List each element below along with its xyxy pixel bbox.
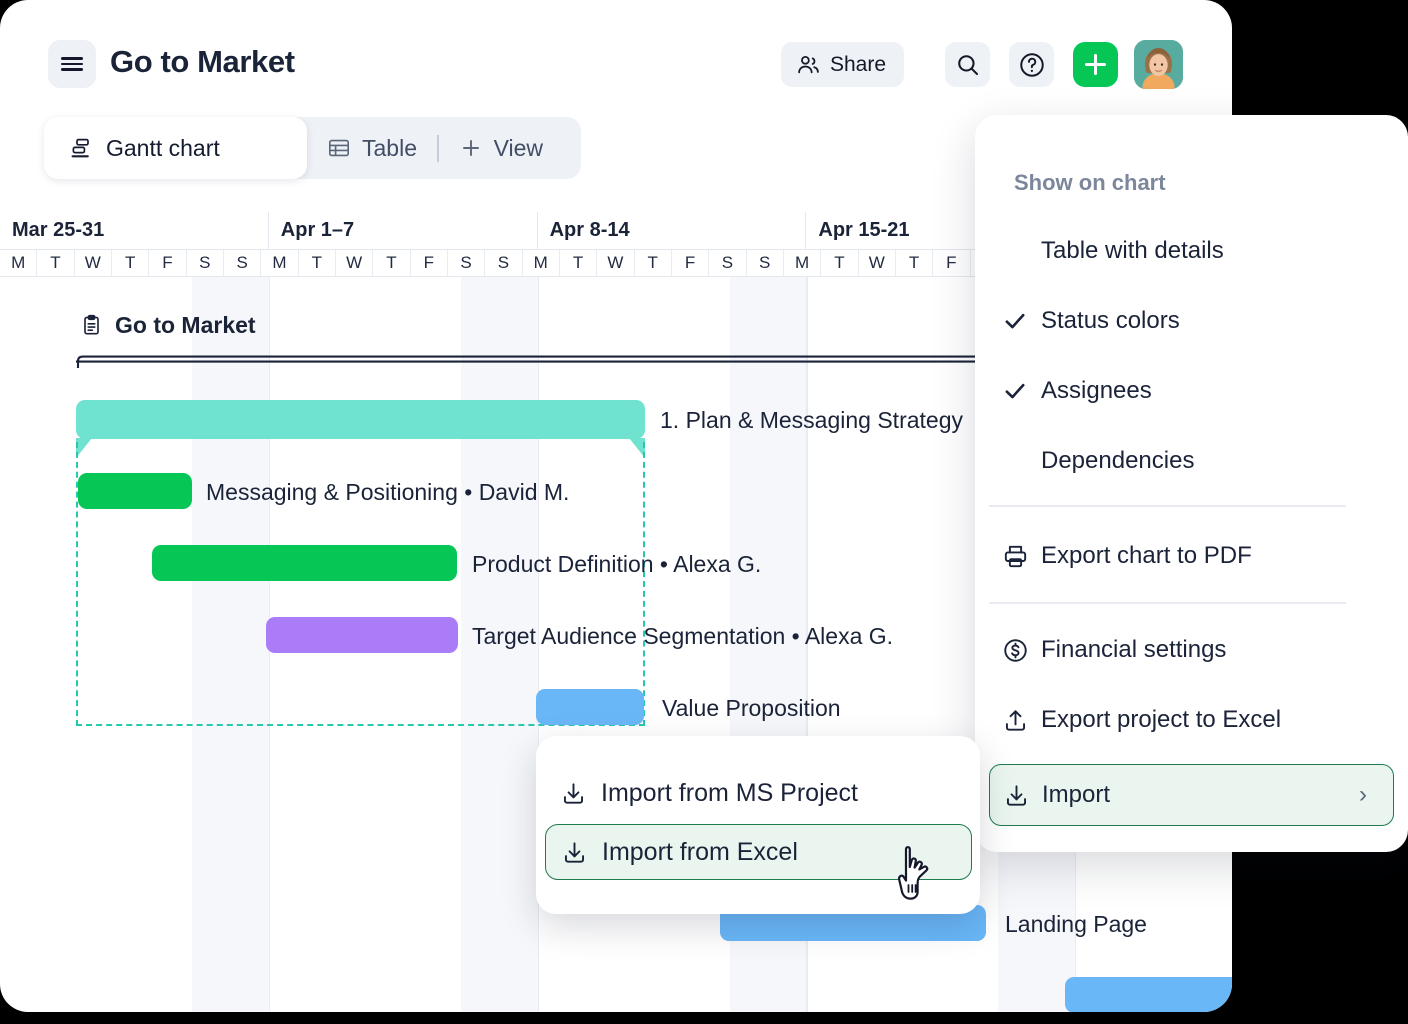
upload-icon	[989, 707, 1041, 734]
day-header-cell: T	[37, 250, 74, 277]
submenu-item-label: Import from Excel	[602, 838, 798, 867]
menu-item-label: Assignees	[1041, 377, 1152, 405]
menu-item-label: Dependencies	[1041, 447, 1194, 475]
menu-item-assignees[interactable]: Assignees	[989, 365, 1394, 417]
day-header-cell: F	[149, 250, 186, 277]
view-tabs: Gantt chart Table	[44, 117, 581, 179]
day-header-cell: W	[336, 250, 373, 277]
day-header-cell: S	[709, 250, 746, 277]
day-header-cell: T	[821, 250, 858, 277]
download-icon	[546, 839, 602, 866]
dollar-circle-icon	[989, 637, 1041, 664]
tab-table[interactable]: Table	[307, 117, 437, 179]
day-header-cell: T	[112, 250, 149, 277]
search-icon[interactable]	[945, 42, 990, 87]
day-header-cell: F	[933, 250, 970, 277]
day-header-cell: W	[859, 250, 896, 277]
menu-item-financial-settings[interactable]: Financial settings	[989, 624, 1394, 676]
day-header-cell: W	[597, 250, 634, 277]
table-icon	[327, 136, 351, 160]
menu-item-dependencies[interactable]: Dependencies	[989, 435, 1394, 487]
menu-item-label: Status colors	[1041, 307, 1180, 335]
week-header-cell: Mar 25-31	[0, 212, 269, 250]
tab-add-view[interactable]: View	[439, 117, 563, 179]
gantt-bar-unnamed-bottom[interactable]	[1065, 977, 1232, 1012]
gantt-bar-label-summary: 1. Plan & Messaging Strategy	[660, 407, 963, 434]
gantt-bar-value-proposition[interactable]	[536, 689, 644, 725]
share-people-icon	[796, 52, 821, 77]
app-header: Go to Market Share	[0, 0, 1232, 112]
check-icon	[989, 308, 1041, 334]
day-header-cell: F	[411, 250, 448, 277]
add-button[interactable]	[1073, 42, 1118, 87]
day-header-cell: S	[485, 250, 522, 277]
gantt-bar-label-product-definition: Product Definition • Alexa G.	[472, 551, 761, 578]
day-header-cell: W	[75, 250, 112, 277]
day-header-cell: S	[224, 250, 261, 277]
week-header-cell: Apr 1–7	[269, 212, 538, 250]
menu-item-label: Export project to Excel	[1041, 706, 1281, 734]
menu-item-export-chart-to-pdf[interactable]: Export chart to PDF	[989, 530, 1394, 582]
day-header-cell: T	[896, 250, 933, 277]
screenshot-root: Go to Market Share	[0, 0, 1408, 1024]
day-header-cell: T	[560, 250, 597, 277]
plus-icon	[459, 136, 483, 160]
day-header-cell: S	[747, 250, 784, 277]
printer-icon	[989, 543, 1041, 570]
menu-item-table-with-details[interactable]: Table with details	[989, 225, 1394, 277]
menu-divider	[989, 505, 1346, 507]
menu-item-status-colors[interactable]: Status colors	[989, 295, 1394, 347]
download-icon	[990, 782, 1042, 809]
day-header-cell: T	[635, 250, 672, 277]
week-header-cell: Apr 8-14	[538, 212, 807, 250]
menu-divider	[989, 602, 1346, 604]
chart-options-menu: Show on chart Table with details Status …	[975, 115, 1408, 852]
hamburger-icon[interactable]	[48, 40, 96, 88]
menu-section-title: Show on chart	[1014, 170, 1166, 196]
gantt-bar-label-landing-page: Landing Page	[1005, 911, 1147, 938]
day-header-cell: S	[448, 250, 485, 277]
menu-item-label: Export chart to PDF	[1041, 542, 1252, 570]
day-header-cell: M	[261, 250, 298, 277]
avatar[interactable]	[1134, 40, 1183, 89]
tab-gantt-chart[interactable]: Gantt chart	[44, 117, 307, 179]
tab-table-label: Table	[362, 135, 417, 162]
share-label: Share	[830, 53, 886, 77]
day-header-cell: F	[672, 250, 709, 277]
clipboard-icon	[80, 314, 103, 337]
menu-item-label: Import	[1042, 781, 1110, 809]
project-row-name: Go to Market	[115, 312, 256, 339]
day-header-cell: T	[373, 250, 410, 277]
chevron-right-icon: ›	[1359, 781, 1367, 809]
tab-gantt-chart-label: Gantt chart	[106, 135, 220, 162]
day-header-cell: M	[523, 250, 560, 277]
day-header-cell: S	[187, 250, 224, 277]
help-circle-icon[interactable]	[1009, 42, 1054, 87]
gantt-bar-label-messaging-positioning: Messaging & Positioning • David M.	[206, 479, 569, 506]
project-row-label: Go to Market	[80, 312, 256, 339]
day-header-cell: T	[299, 250, 336, 277]
gantt-bar-messaging-positioning[interactable]	[78, 473, 192, 509]
menu-item-export-project-to-excel[interactable]: Export project to Excel	[989, 694, 1394, 746]
tab-add-view-label: View	[494, 135, 543, 162]
share-button[interactable]: Share	[781, 42, 904, 87]
gantt-bar-label-target-audience-segmentation: Target Audience Segmentation • Alexa G.	[472, 623, 893, 650]
download-icon	[545, 780, 601, 807]
menu-item-import[interactable]: Import ›	[989, 764, 1394, 826]
page-title: Go to Market	[110, 44, 295, 80]
menu-item-label: Financial settings	[1041, 636, 1226, 664]
pointer-hand-cursor	[893, 845, 941, 901]
day-header-cell: M	[0, 250, 37, 277]
day-header-cell: M	[784, 250, 821, 277]
gantt-bar-target-audience-segmentation[interactable]	[266, 617, 458, 653]
submenu-item-label: Import from MS Project	[601, 779, 858, 808]
menu-item-label: Table with details	[1041, 237, 1224, 265]
gantt-bar-label-value-proposition: Value Proposition	[662, 695, 841, 722]
gantt-bar-product-definition[interactable]	[152, 545, 457, 581]
gantt-bar-summary[interactable]	[76, 400, 645, 439]
submenu-item-import-from-ms-project[interactable]: Import from MS Project	[545, 765, 972, 821]
check-icon	[989, 378, 1041, 404]
gantt-icon	[70, 136, 94, 160]
